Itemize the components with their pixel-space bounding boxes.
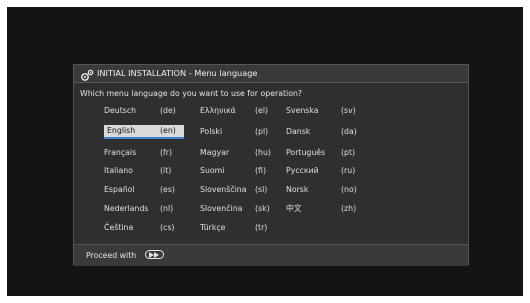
language-code: (pt) xyxy=(341,148,356,157)
language-code: (ru) xyxy=(341,166,356,175)
language-question: Which menu language do you want to use f… xyxy=(80,89,303,98)
language-option-sv[interactable]: Svenska (sv) xyxy=(286,105,366,117)
language-option-sl[interactable]: Slovenščina (sl) xyxy=(200,184,280,196)
language-name: Español xyxy=(104,185,135,194)
language-name: Čeština xyxy=(104,223,134,232)
language-option-no[interactable]: Norsk (no) xyxy=(286,184,366,196)
language-name: Deutsch xyxy=(104,106,137,115)
language-option-es[interactable]: Español (es) xyxy=(104,184,184,196)
language-name: Slovenčina xyxy=(200,204,243,213)
language-code: (cs) xyxy=(160,223,175,232)
language-option-ru[interactable]: Русский (ru) xyxy=(286,165,366,177)
language-code: (it) xyxy=(160,166,172,175)
language-code: (fr) xyxy=(160,148,173,157)
language-name: Polski xyxy=(200,127,223,136)
language-name: Suomi xyxy=(200,166,225,175)
language-option-nl[interactable]: Nederlands (nl) xyxy=(104,203,184,215)
language-option-it[interactable]: Italiano (it) xyxy=(104,165,184,177)
language-name: English xyxy=(107,126,136,135)
language-code: (de) xyxy=(160,106,176,115)
tv-screen: INITIAL INSTALLATION - Menu language Whi… xyxy=(7,7,523,296)
language-code: (no) xyxy=(341,185,357,194)
language-code: (fi) xyxy=(255,166,266,175)
language-option-fi[interactable]: Suomi (fi) xyxy=(200,165,280,177)
language-code: (es) xyxy=(160,185,175,194)
language-option-hu[interactable]: Magyar (hu) xyxy=(200,147,280,159)
language-name: Português xyxy=(286,148,326,157)
language-name: Dansk xyxy=(286,127,311,136)
proceed-label: Proceed with xyxy=(86,251,137,260)
language-option-cs[interactable]: Čeština (cs) xyxy=(104,222,184,234)
language-name: Nederlands xyxy=(104,204,149,213)
language-name: 中文 xyxy=(286,204,302,213)
language-name: Magyar xyxy=(200,148,230,157)
language-name: Русский xyxy=(286,166,319,175)
language-code: (zh) xyxy=(341,204,357,213)
language-option-zh[interactable]: 中文 (zh) xyxy=(286,203,366,215)
language-code: (da) xyxy=(341,127,357,136)
language-option-sk[interactable]: Slovenčina (sk) xyxy=(200,203,280,215)
language-code: (sl) xyxy=(255,185,268,194)
language-name: Slovenščina xyxy=(200,185,247,194)
language-option-da[interactable]: Dansk (da) xyxy=(286,126,366,138)
language-name: Türkçe xyxy=(200,223,226,232)
language-name: Norsk xyxy=(286,185,309,194)
language-name: Français xyxy=(104,148,137,157)
language-option-tr[interactable]: Türkçe (tr) xyxy=(200,222,280,234)
fast-forward-button-icon[interactable] xyxy=(145,250,164,259)
language-option-pl[interactable]: Polski (pl) xyxy=(200,126,280,138)
language-name: Svenska xyxy=(286,106,319,115)
language-code: (sk) xyxy=(255,204,270,213)
language-name: Ελληνικά xyxy=(200,106,236,115)
language-code: (hu) xyxy=(255,148,271,157)
dialog-footer: Proceed with xyxy=(74,244,468,266)
dialog-title-bar: INITIAL INSTALLATION - Menu language xyxy=(74,65,468,83)
language-option-pt[interactable]: Português (pt) xyxy=(286,147,366,159)
language-code: (el) xyxy=(255,106,269,115)
language-option-fr[interactable]: Français (fr) xyxy=(104,147,184,159)
language-code: (tr) xyxy=(255,223,268,232)
language-option-de[interactable]: Deutsch (de) xyxy=(104,105,184,117)
language-code: (en) xyxy=(160,126,176,135)
language-option-en[interactable]: English (en) xyxy=(104,125,184,139)
language-code: (pl) xyxy=(255,127,269,136)
language-code: (sv) xyxy=(341,106,356,115)
language-name: Italiano xyxy=(104,166,133,175)
settings-gears-icon xyxy=(80,67,94,81)
menu-language-dialog: INITIAL INSTALLATION - Menu language Whi… xyxy=(73,64,469,266)
language-option-el[interactable]: Ελληνικά (el) xyxy=(200,105,280,117)
language-code: (nl) xyxy=(160,204,174,213)
dialog-title: INITIAL INSTALLATION - Menu language xyxy=(97,68,258,78)
